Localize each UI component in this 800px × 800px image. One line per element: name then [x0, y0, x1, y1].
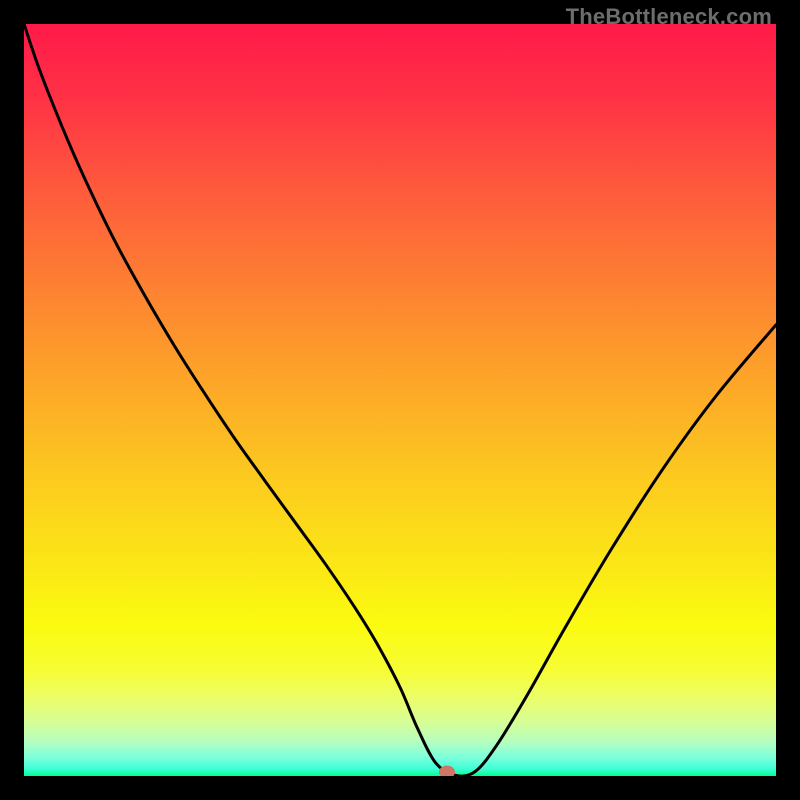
bottleneck-curve — [24, 24, 776, 776]
chart-frame: TheBottleneck.com — [0, 0, 800, 800]
plot-area — [24, 24, 776, 776]
optimum-marker — [439, 766, 455, 776]
curve-layer — [24, 24, 776, 776]
